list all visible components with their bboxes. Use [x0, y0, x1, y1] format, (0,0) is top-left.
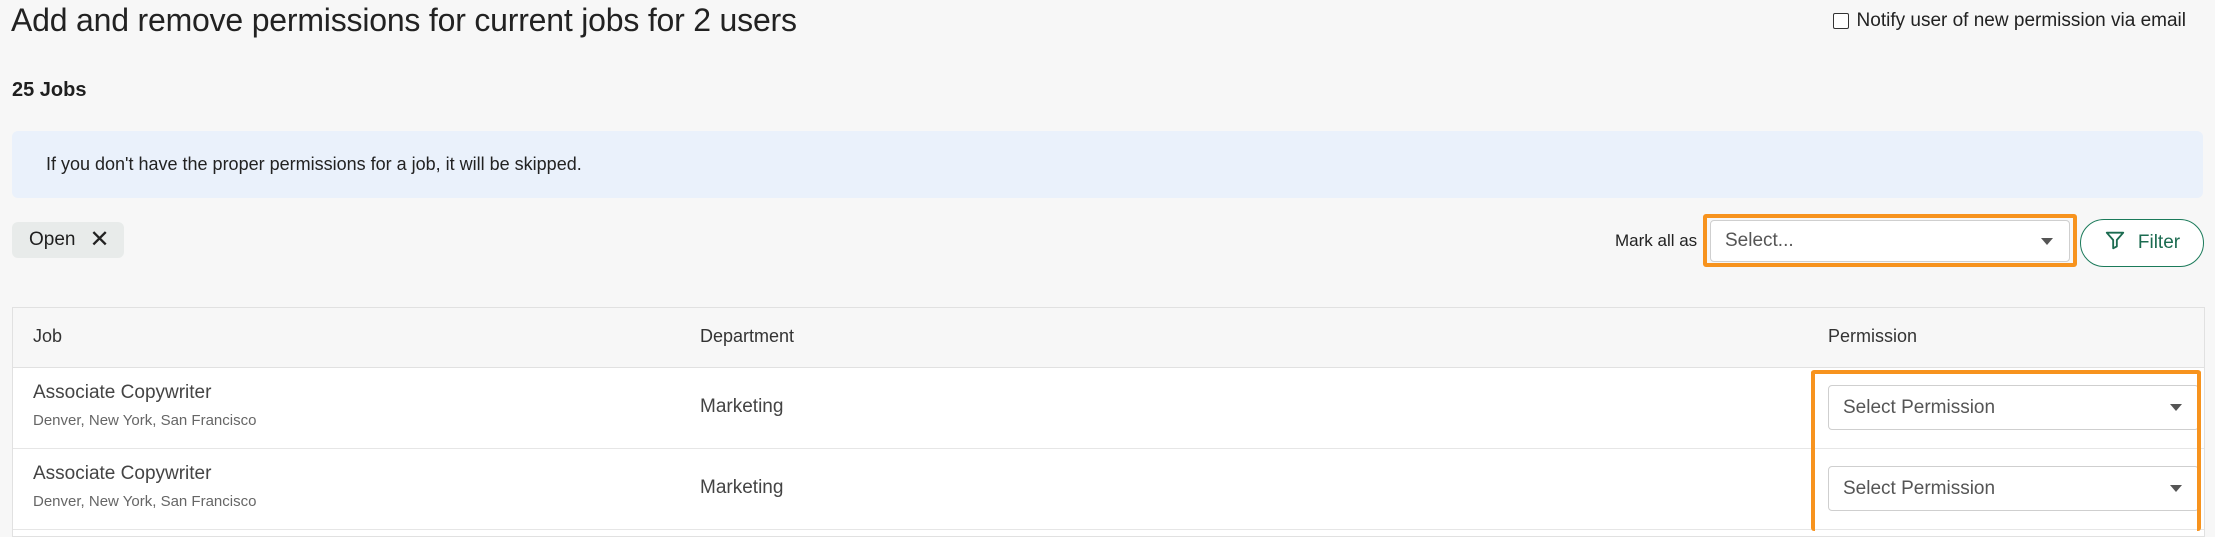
mark-all-select-value: Select... [1725, 230, 1794, 251]
table-row: Associate Copywriter Denver, New York, S… [13, 449, 2204, 530]
chevron-down-icon [2170, 485, 2182, 492]
close-icon[interactable]: ✕ [89, 228, 109, 252]
chevron-down-icon [2041, 237, 2053, 245]
table-header: Job Department Permission [13, 308, 2204, 368]
jobs-table: Job Department Permission Associate Copy… [12, 307, 2205, 537]
filter-chip-label: Open [29, 229, 76, 250]
job-locations: Denver, New York, San Francisco [33, 412, 257, 429]
notify-email-option[interactable]: Notify user of new permission via email [1832, 10, 2186, 32]
table-row: Associate Copywriter Denver, New York, S… [13, 368, 2204, 449]
jobs-count: 25 Jobs [12, 79, 87, 101]
notify-email-checkbox[interactable] [1832, 13, 1849, 29]
job-title: Associate Copywriter [33, 382, 212, 403]
job-department: Marketing [700, 477, 784, 498]
filter-button[interactable]: Filter [2080, 219, 2204, 267]
filter-chip-open: Open ✕ [12, 222, 124, 258]
mark-all-select[interactable]: Select... [1710, 220, 2070, 262]
page-title: Add and remove permissions for current j… [11, 2, 797, 38]
column-header-department: Department [700, 326, 795, 346]
column-header-permission: Permission [1828, 326, 1918, 346]
info-banner: If you don't have the proper permissions… [12, 131, 2203, 198]
job-locations: Denver, New York, San Francisco [33, 493, 257, 510]
permission-select[interactable]: Select Permission [1828, 385, 2199, 430]
permission-select-value: Select Permission [1843, 477, 1996, 499]
mark-all-label: Mark all as [1615, 231, 1698, 250]
job-title: Associate Copywriter [33, 463, 212, 484]
column-header-job: Job [33, 326, 63, 346]
chevron-down-icon [2170, 404, 2182, 411]
permission-select-value: Select Permission [1843, 396, 1996, 418]
permission-select[interactable]: Select Permission [1828, 466, 2199, 511]
job-department: Marketing [700, 396, 784, 417]
notify-email-label: Notify user of new permission via email [1856, 10, 2186, 31]
filter-icon [2104, 229, 2126, 257]
filter-button-label: Filter [2137, 232, 2181, 253]
info-banner-text: If you don't have the proper permissions… [46, 154, 582, 174]
